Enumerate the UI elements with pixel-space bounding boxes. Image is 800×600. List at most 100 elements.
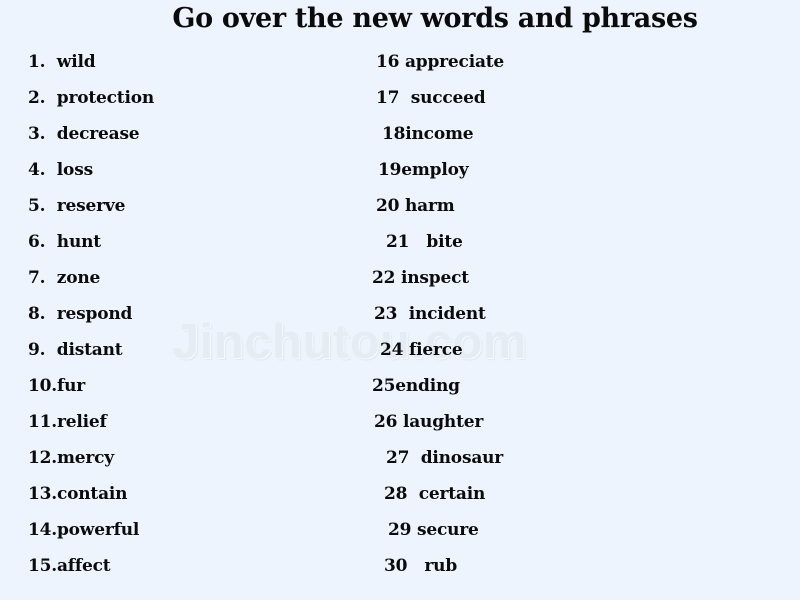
word-item-number: 13. xyxy=(28,484,57,504)
word-item-number: 10. xyxy=(28,376,57,396)
word-item-number: 14. xyxy=(28,520,57,540)
word-item-text: affect xyxy=(56,556,111,576)
word-list-item: 24 fierce xyxy=(372,332,772,368)
word-item-number: 3. xyxy=(28,124,46,144)
word-item-number: 21 xyxy=(386,232,410,252)
slide-canvas: Jinchutou.com Go over the new words and … xyxy=(0,0,800,600)
word-item-number: 26 xyxy=(374,412,398,432)
word-item-number: 2. xyxy=(28,88,46,108)
word-item-text: succeed xyxy=(410,88,486,108)
word-item-text: zone xyxy=(56,268,101,288)
word-list-item: 28 certain xyxy=(372,476,772,512)
word-list-item: 7. zone xyxy=(28,260,368,296)
word-item-spacer xyxy=(45,160,56,180)
word-list-right-column: 16 appreciate 17 succeed 18income 19employ 2… xyxy=(372,44,772,584)
word-item-text: secure xyxy=(416,520,479,540)
word-item-number: 25 xyxy=(372,376,396,396)
word-item-text: inspect xyxy=(400,268,469,288)
word-list-left-column: 1. wild 2. protection 3. decrease 4. loss 5.… xyxy=(28,44,368,584)
word-list-item: 29 secure xyxy=(372,512,772,548)
word-item-text: contain xyxy=(56,484,128,504)
word-item-number: 4. xyxy=(28,160,46,180)
word-item-text: reserve xyxy=(56,196,126,216)
word-item-number: 19 xyxy=(378,160,402,180)
word-list-item: 3. decrease xyxy=(28,116,368,152)
word-item-spacer xyxy=(409,232,426,252)
word-item-spacer xyxy=(45,340,56,360)
word-item-text: mercy xyxy=(56,448,114,468)
word-item-number: 7. xyxy=(28,268,46,288)
word-item-text: loss xyxy=(56,160,93,180)
word-item-text: dinosaur xyxy=(420,448,504,468)
word-item-number: 16 xyxy=(376,52,400,72)
word-item-spacer xyxy=(45,52,56,72)
word-item-number: 23 xyxy=(374,304,398,324)
word-item-number: 17 xyxy=(376,88,400,108)
word-item-text: hunt xyxy=(56,232,101,252)
word-item-text: wild xyxy=(56,52,96,72)
word-list-item: 5. reserve xyxy=(28,188,368,224)
word-item-text: fur xyxy=(56,376,86,396)
word-item-number: 20 xyxy=(376,196,400,216)
word-list-item: 21 bite xyxy=(372,224,772,260)
word-list-item: 14.powerful xyxy=(28,512,368,548)
word-item-text: distant xyxy=(56,340,123,360)
word-item-text: income xyxy=(405,124,474,144)
word-list-item: 8. respond xyxy=(28,296,368,332)
word-list-item: 10.fur xyxy=(28,368,368,404)
word-item-text: certain xyxy=(418,484,486,504)
word-item-text: decrease xyxy=(56,124,140,144)
word-item-spacer xyxy=(45,124,56,144)
word-list-item: 27 dinosaur xyxy=(372,440,772,476)
word-item-text: rub xyxy=(424,556,458,576)
word-item-spacer xyxy=(45,232,56,252)
word-item-text: respond xyxy=(56,304,133,324)
word-item-number: 28 xyxy=(384,484,408,504)
word-item-spacer xyxy=(45,88,56,108)
word-item-text: fierce xyxy=(408,340,463,360)
word-list-item: 15.affect xyxy=(28,548,368,584)
page-title: Go over the new words and phrases xyxy=(172,3,698,34)
word-item-text: ending xyxy=(395,376,460,396)
word-item-text: bite xyxy=(426,232,463,252)
word-list-item: 12.mercy xyxy=(28,440,368,476)
word-list-item: 9. distant xyxy=(28,332,368,368)
word-item-number: 1. xyxy=(28,52,46,72)
word-list-item: 22 inspect xyxy=(372,260,772,296)
word-list-item: 2. protection xyxy=(28,80,368,116)
word-list-item: 1. wild xyxy=(28,44,368,80)
word-item-number: 18 xyxy=(382,124,406,144)
word-item-spacer xyxy=(407,484,418,504)
word-list-item: 30 rub xyxy=(372,548,772,584)
word-list-item: 16 appreciate xyxy=(372,44,772,80)
word-item-text: appreciate xyxy=(404,52,505,72)
word-item-number: 30 xyxy=(384,556,408,576)
word-item-spacer xyxy=(409,448,420,468)
word-item-number: 22 xyxy=(372,268,396,288)
word-list-item: 4. loss xyxy=(28,152,368,188)
word-item-number: 9. xyxy=(28,340,46,360)
word-list-item: 6. hunt xyxy=(28,224,368,260)
word-item-spacer xyxy=(45,196,56,216)
word-item-text: incident xyxy=(408,304,486,324)
word-list-item: 19employ xyxy=(372,152,772,188)
word-list-item: 11.relief xyxy=(28,404,368,440)
word-item-text: harm xyxy=(404,196,455,216)
word-item-number: 27 xyxy=(386,448,410,468)
word-item-spacer xyxy=(399,88,410,108)
word-item-number: 5. xyxy=(28,196,46,216)
word-item-text: relief xyxy=(56,412,107,432)
word-item-text: employ xyxy=(401,160,469,180)
word-item-number: 8. xyxy=(28,304,46,324)
word-item-spacer xyxy=(407,556,424,576)
word-item-spacer xyxy=(397,304,408,324)
word-item-text: laughter xyxy=(402,412,484,432)
word-item-number: 6. xyxy=(28,232,46,252)
word-list-item: 23 incident xyxy=(372,296,772,332)
word-item-text: powerful xyxy=(56,520,140,540)
word-item-spacer xyxy=(45,304,56,324)
word-item-spacer xyxy=(45,268,56,288)
word-list-item: 18income xyxy=(372,116,772,152)
word-item-number: 11. xyxy=(28,412,57,432)
word-list-item: 17 succeed xyxy=(372,80,772,116)
